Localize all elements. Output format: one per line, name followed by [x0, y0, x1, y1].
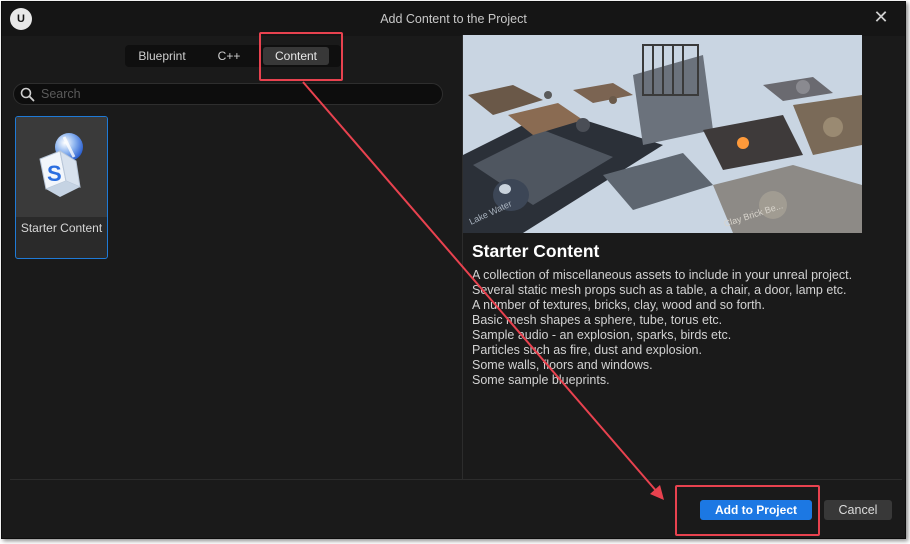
description-line: Some walls, floors and windows.: [472, 358, 653, 372]
cancel-button[interactable]: Cancel: [824, 500, 892, 520]
detail-description: A collection of miscellaneous assets to …: [472, 268, 892, 388]
annotation-highlight-content-tab: [259, 32, 343, 81]
starter-content-preview-scene: Lake Water Clay Brick Be...: [463, 35, 862, 233]
tab-cpp[interactable]: C++: [199, 45, 259, 67]
description-line: Particles such as fire, dust and explosi…: [472, 343, 702, 357]
tab-blueprint[interactable]: Blueprint: [125, 45, 199, 67]
description-line: Some sample blueprints.: [472, 373, 610, 387]
starter-content-icon: S: [39, 133, 83, 197]
description-line: A collection of miscellaneous assets to …: [472, 268, 853, 282]
title-bar: U Add Content to the Project ✕: [2, 2, 905, 36]
search-bar[interactable]: [13, 83, 443, 105]
tile-thumbnail: S: [16, 117, 107, 217]
description-line: A number of textures, bricks, clay, wood…: [472, 298, 765, 312]
svg-text:S: S: [47, 161, 62, 186]
annotation-highlight-add-button: [675, 485, 820, 536]
description-line: Sample audio - an explosion, sparks, bir…: [472, 328, 732, 342]
dialog-title: Add Content to the Project: [380, 12, 527, 26]
description-line: Basic mesh shapes a sphere, tube, torus …: [472, 313, 723, 327]
details-panel: Lake Water Clay Brick Be... Starter Cont…: [463, 35, 903, 479]
content-browser-panel: Blueprint C++ Content Search S Starter C…: [10, 35, 453, 479]
tile-label: Starter Content: [20, 221, 103, 235]
search-icon: [20, 87, 35, 102]
description-line: Several static mesh props such as a tabl…: [472, 283, 847, 297]
search-input[interactable]: [41, 84, 431, 104]
close-icon[interactable]: ✕: [871, 7, 891, 27]
preview-image: Lake Water Clay Brick Be...: [463, 35, 862, 233]
starter-content-tile[interactable]: S Starter Content: [15, 116, 108, 259]
footer-divider: [10, 479, 902, 480]
detail-title: Starter Content: [472, 241, 600, 261]
